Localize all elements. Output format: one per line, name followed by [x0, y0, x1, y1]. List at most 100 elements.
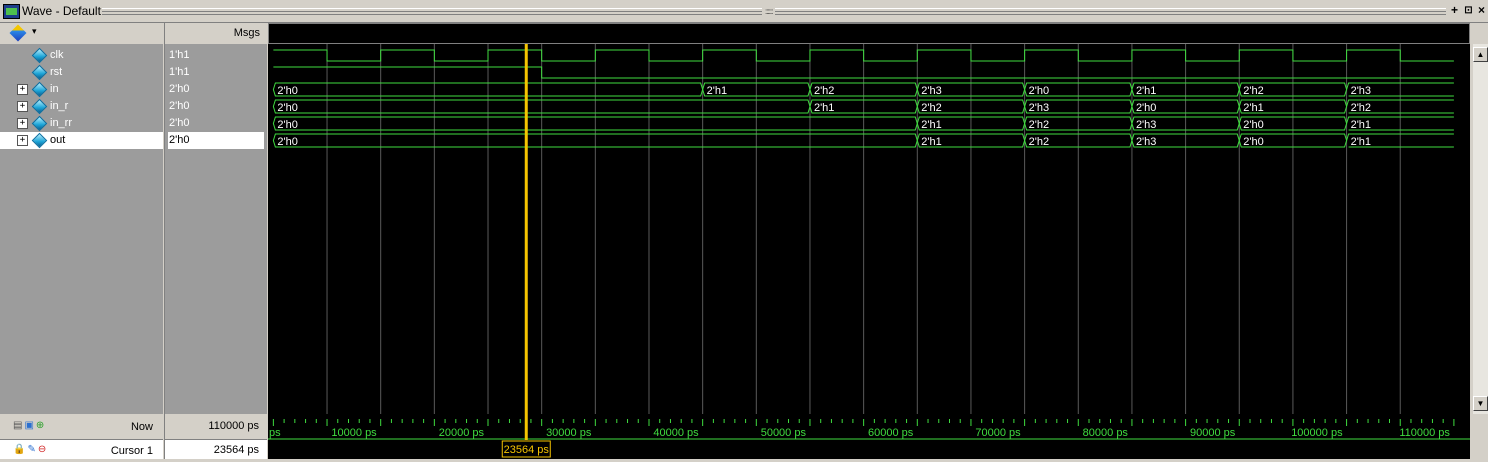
signal-name: in — [50, 83, 59, 95]
ruler-label: 40000 ps — [653, 427, 699, 439]
cursor-name-panel: ▤▣⊕ Now 🔒✎⊖ Cursor 1 — [0, 414, 163, 459]
window-title: Wave - Default — [22, 4, 101, 18]
now-tools-icon[interactable]: ▤▣⊕ — [13, 420, 46, 431]
cursor-flag-label: 23564 ps — [504, 444, 550, 456]
cursor-tools-icon[interactable]: 🔒✎⊖ — [13, 444, 48, 455]
bus-value-label: 2'h2 — [1029, 119, 1049, 131]
bus-value-label: 2'h0 — [1029, 85, 1049, 97]
bus-value-label: 2'h0 — [277, 102, 297, 114]
msgs-label: Msgs — [233, 27, 260, 39]
bus-value-label: 2'h1 — [814, 102, 834, 114]
now-value: 110000 ps — [208, 420, 259, 432]
ruler-label: 80000 ps — [1083, 427, 1129, 439]
signal-value: 2'h0 — [169, 100, 190, 112]
ruler-label: ps — [269, 427, 281, 439]
cursor-value-panel: 110000 ps 23564 ps — [164, 414, 267, 459]
signal-value-row[interactable]: 1'h1 — [168, 47, 264, 64]
footer-corner — [1470, 414, 1488, 459]
signal-value: 2'h0 — [169, 83, 190, 95]
now-row: ▤▣⊕ Now — [0, 416, 163, 436]
ruler-label: 90000 ps — [1190, 427, 1236, 439]
bus-value-label: 2'h0 — [277, 119, 297, 131]
signal-diamond-icon — [31, 98, 48, 115]
signal-name: out — [50, 134, 66, 146]
bus-value-label: 2'h2 — [1029, 136, 1049, 148]
bus-value-label: 2'h1 — [921, 136, 941, 148]
bus-value-label: 2'h2 — [1243, 85, 1263, 97]
bus-value-label: 2'h1 — [921, 119, 941, 131]
signal-name: rst — [50, 66, 63, 78]
bus-value-label: 2'h3 — [1136, 119, 1156, 131]
bus-value-label: 2'h1 — [1351, 136, 1371, 148]
signal-value: 2'h0 — [169, 117, 190, 129]
ruler-label: 30000 ps — [546, 427, 592, 439]
close-button[interactable]: × — [1476, 4, 1487, 16]
vertical-scrollbar[interactable]: ▲ ▼ — [1473, 44, 1488, 414]
signal-value-row[interactable]: 2'h0 — [168, 81, 264, 98]
expand-icon[interactable]: + — [17, 118, 28, 129]
waveform-canvas[interactable]: 2'h0 2'h1 2'h2 2'h3 2'h0 2'h1 2'h2 2'h3 2'h0 2'h1… — [268, 44, 1470, 414]
bus-value-label: 2'h3 — [1136, 136, 1156, 148]
bus-value-label: 2'h0 — [1243, 136, 1263, 148]
expand-icon[interactable]: + — [17, 135, 28, 146]
signal-row-clk[interactable]: clk — [0, 47, 163, 64]
expand-icon[interactable]: + — [17, 84, 28, 95]
bus-value-label: 2'h1 — [707, 85, 727, 97]
bus-value-label: 2'h3 — [921, 85, 941, 97]
cursor-value: 23564 ps — [213, 444, 259, 456]
ruler-label: 100000 ps — [1291, 427, 1343, 439]
grip-dots: :::::: — [762, 7, 776, 16]
signal-diamond-icon — [31, 64, 48, 81]
dock-button[interactable]: + — [1449, 4, 1460, 16]
signal-value-row[interactable]: 1'h1 — [168, 64, 264, 81]
signal-value: 1'h1 — [169, 66, 190, 78]
signal-diamond-icon — [31, 132, 48, 149]
scroll-up-icon[interactable]: ▲ — [1473, 47, 1488, 62]
bus-value-label: 2'h2 — [1351, 102, 1371, 114]
msgs-header: Msgs — [164, 23, 266, 44]
timeline-footer: ▤▣⊕ Now 🔒✎⊖ Cursor 1 110000 ps 23564 ps … — [0, 414, 1488, 459]
time-ruler[interactable]: ps 10000 ps 20000 ps 30000 ps 40000 ps 50000 … — [268, 414, 1470, 459]
signal-value: 1'h1 — [169, 49, 190, 61]
bus-value-label: 2'h1 — [1136, 85, 1156, 97]
dropdown-arrow-icon[interactable]: ▾ — [32, 26, 37, 37]
clk-waveform — [273, 49, 1454, 62]
signal-name: in_r — [50, 100, 69, 112]
ruler-label: 110000 ps — [1399, 427, 1450, 439]
bus-value-label: 2'h0 — [277, 85, 297, 97]
signal-row-out[interactable]: + out — [0, 132, 163, 149]
signal-value-row[interactable]: 2'h0 — [168, 115, 264, 132]
signal-row-rst[interactable]: rst — [0, 64, 163, 81]
window-title-bar[interactable]: Wave - Default :::::: + ⊡ × — [0, 0, 1488, 23]
signal-row-in[interactable]: + in — [0, 81, 163, 98]
now-label: Now — [130, 421, 153, 433]
add-signal-icon[interactable] — [9, 24, 27, 42]
signal-row-in-rr[interactable]: + in_rr — [0, 115, 163, 132]
signal-value-panel: 1'h1 1'h1 2'h0 2'h0 2'h0 2'h0 — [164, 44, 267, 414]
undock-button[interactable]: ⊡ — [1463, 5, 1474, 16]
ruler-label: 70000 ps — [975, 427, 1021, 439]
signal-name: clk — [50, 49, 64, 61]
signal-diamond-icon — [31, 47, 48, 64]
signal-diamond-icon — [31, 81, 48, 98]
signal-row-in-r[interactable]: + in_r — [0, 98, 163, 115]
bus-value-label: 2'h2 — [921, 102, 941, 114]
signal-name: in_rr — [50, 117, 73, 129]
cursor-row[interactable]: 🔒✎⊖ Cursor 1 — [0, 439, 163, 459]
ruler-label: 20000 ps — [439, 427, 485, 439]
signal-name-panel: clk rst + in + in_r + in_rr + out — [0, 44, 163, 414]
ruler-label: 10000 ps — [331, 427, 377, 439]
bus-value-label: 2'h1 — [1243, 102, 1263, 114]
scroll-down-icon[interactable]: ▼ — [1473, 396, 1488, 411]
bus-value-label: 2'h1 — [1351, 119, 1371, 131]
ruler-label: 60000 ps — [868, 427, 914, 439]
signal-value-row[interactable]: 2'h0 — [168, 132, 264, 149]
wave-window-icon — [3, 4, 20, 19]
signal-value-row[interactable]: 2'h0 — [168, 98, 264, 115]
wave-header-strip — [268, 23, 1470, 44]
ruler-label: 50000 ps — [761, 427, 807, 439]
bus-value-label: 2'h0 — [277, 136, 297, 148]
wave-header-row: ▾ Msgs — [0, 23, 1488, 44]
expand-icon[interactable]: + — [17, 101, 28, 112]
signal-tool-area: ▾ — [0, 23, 163, 44]
